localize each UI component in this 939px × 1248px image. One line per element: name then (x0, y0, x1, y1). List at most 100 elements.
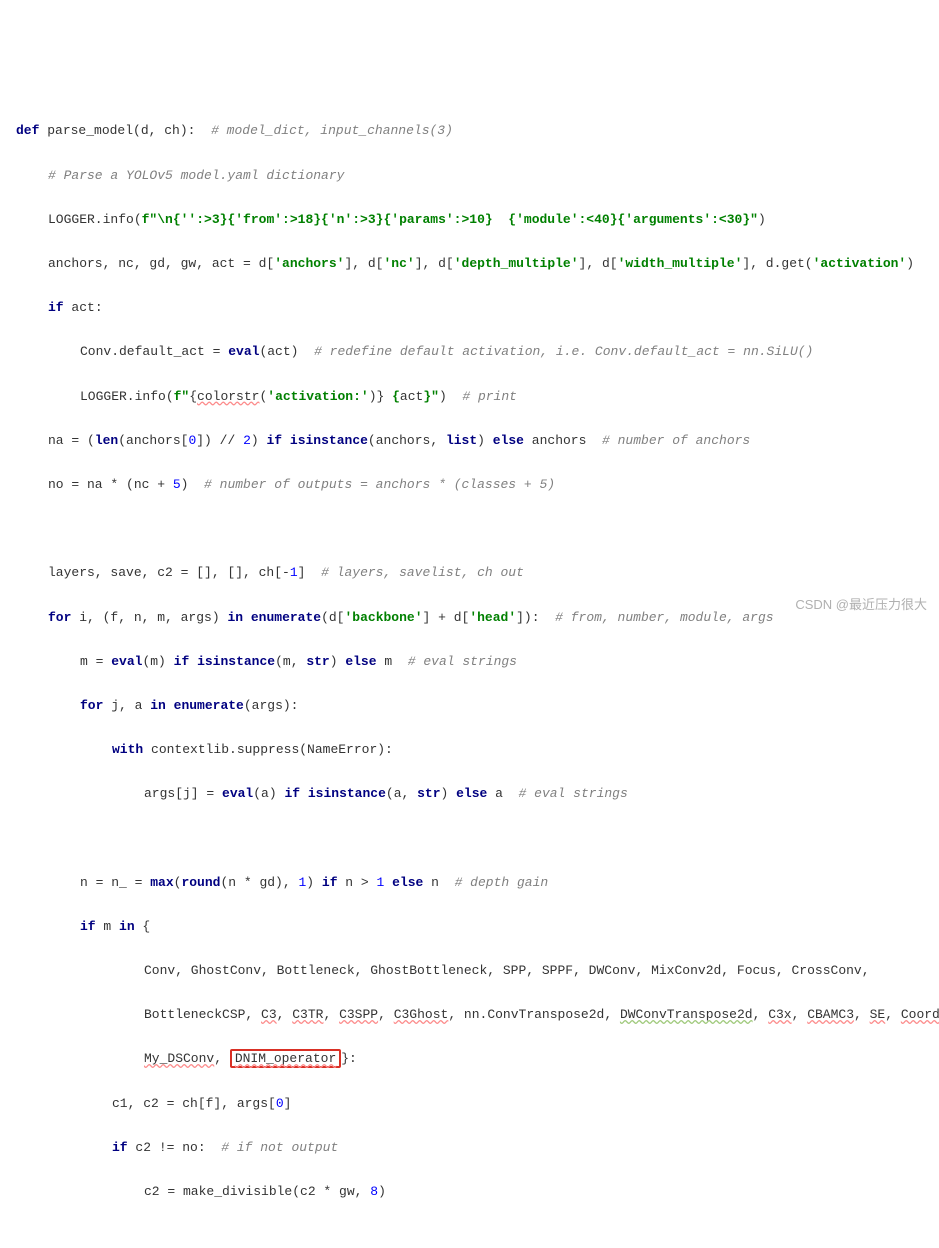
comment: # Parse a YOLOv5 model.yaml dictionary (48, 168, 344, 183)
code-text: , (753, 1007, 769, 1022)
code-text: )} (369, 389, 385, 404)
code-text: n = n_ = (80, 875, 150, 890)
code-line: args[j] = eval(a) if isinstance(a, str) … (16, 783, 923, 805)
wavy-text: C3 (261, 1007, 277, 1022)
number: 1 (377, 875, 385, 890)
kw-if: if (80, 919, 96, 934)
code-text: ] (284, 1096, 292, 1111)
code-line: anchors, nc, gd, gw, act = d['anchors'],… (16, 253, 923, 275)
blank-line (16, 518, 923, 540)
code-text: ) (306, 875, 322, 890)
code-text: , nn.ConvTranspose2d, (448, 1007, 620, 1022)
wavy-text: C3x (768, 1007, 791, 1022)
code-text: na = ( (48, 433, 95, 448)
builtin: isinstance (290, 433, 368, 448)
code-text: ]): (516, 610, 539, 625)
builtin: len (95, 433, 118, 448)
code-text: i, (f, n, m, args) (71, 610, 227, 625)
comment: # number of anchors (586, 433, 750, 448)
string: f" (174, 389, 190, 404)
wavy-text: SE (870, 1007, 886, 1022)
code-line: def parse_model(d, ch): # model_dict, in… (16, 120, 923, 142)
code-line: layers, save, c2 = [], [], ch[-1] # laye… (16, 562, 923, 584)
code-text: ) (251, 433, 267, 448)
code-text: ) (441, 786, 457, 801)
comment: # depth gain (439, 875, 548, 890)
code-text: anchors, nc, gd, gw, act = d[ (48, 256, 274, 271)
code-line: Conv, GhostConv, Bottleneck, GhostBottle… (16, 960, 923, 982)
code-text: c2 = make_divisible(c2 * gw, (144, 1184, 370, 1199)
code-text: , (792, 1007, 808, 1022)
code-text: (anchors, (368, 433, 446, 448)
code-text: (args): (244, 698, 299, 713)
code-line: c1, c2 = ch[f], args[0] (16, 1093, 923, 1115)
code-text: ] + d[ (423, 610, 470, 625)
code-text: j, a (103, 698, 150, 713)
code-text: , (323, 1007, 339, 1022)
code-line: c2 = make_divisible(c2 * gw, 8) (16, 1181, 923, 1203)
code-line: m = eval(m) if isinstance(m, str) else m… (16, 651, 923, 673)
kw-else: else (493, 433, 524, 448)
number: 0 (276, 1096, 284, 1111)
code-text: ]) // (196, 433, 243, 448)
kw-else: else (392, 875, 423, 890)
code-text (189, 654, 197, 669)
builtin: eval (228, 344, 259, 359)
code-text: act: (64, 300, 103, 315)
builtin: eval (111, 654, 142, 669)
code-text: contextlib.suppress(NameError): (143, 742, 393, 757)
code-text: { (135, 919, 151, 934)
string: 'head' (469, 610, 516, 625)
code-text: c1, c2 = ch[f], args[ (112, 1096, 276, 1111)
kw-if: if (284, 786, 300, 801)
string: 'activation:' (267, 389, 368, 404)
wavy-text: DWConvTranspose2d (620, 1007, 753, 1022)
code-text (166, 698, 174, 713)
code-line: if act: (16, 297, 923, 319)
kw-for: for (48, 610, 71, 625)
code-line: na = (len(anchors[0]) // 2) if isinstanc… (16, 430, 923, 452)
code-text: a (487, 786, 503, 801)
code-text: ], d.get( (742, 256, 812, 271)
code-text: args[j] = (144, 786, 222, 801)
code-line: BottleneckCSP, C3, C3TR, C3SPP, C3Ghost,… (16, 1004, 923, 1026)
code-text (282, 433, 290, 448)
code-text: Conv.default_act = (80, 344, 228, 359)
fn-name: parse_model (47, 123, 133, 138)
kw-for: for (80, 698, 103, 713)
string: 'nc' (383, 256, 414, 271)
kw-with: with (112, 742, 143, 757)
comment: # eval strings (392, 654, 517, 669)
code-text: n (423, 875, 439, 890)
wavy-text: C3SPP (339, 1007, 378, 1022)
code-text: ) (477, 433, 493, 448)
code-line: for i, (f, n, m, args) in enumerate(d['b… (16, 607, 923, 629)
builtin: round (181, 875, 220, 890)
code-text: LOGGER.info( (80, 389, 174, 404)
code-text: no = na * (nc + (48, 477, 173, 492)
code-text: BottleneckCSP, (144, 1007, 261, 1022)
code-text: (anchors[ (118, 433, 188, 448)
code-text: (act) (259, 344, 298, 359)
kw-if: if (174, 654, 190, 669)
comment: # print (447, 389, 517, 404)
code-line: if c2 != no: # if not output (16, 1137, 923, 1159)
code-text (300, 786, 308, 801)
comment: # number of outputs = anchors * (classes… (188, 477, 555, 492)
code-text: m (377, 654, 393, 669)
code-text: ( (174, 875, 182, 890)
number: 1 (298, 875, 306, 890)
code-text: (d[ (321, 610, 344, 625)
code-line: Conv.default_act = eval(act) # redefine … (16, 341, 923, 363)
builtin: max (150, 875, 173, 890)
code-text: m = (80, 654, 111, 669)
wavy-text: CoordAtt (901, 1007, 939, 1022)
kw-in: in (227, 610, 243, 625)
wavy-text: colorstr (197, 389, 259, 404)
kw-in: in (119, 919, 135, 934)
kw-if: if (48, 300, 64, 315)
string: 'activation' (813, 256, 907, 271)
wavy-text: My_DSConv (144, 1051, 214, 1066)
number: 1 (290, 565, 298, 580)
string: 'anchors' (274, 256, 344, 271)
